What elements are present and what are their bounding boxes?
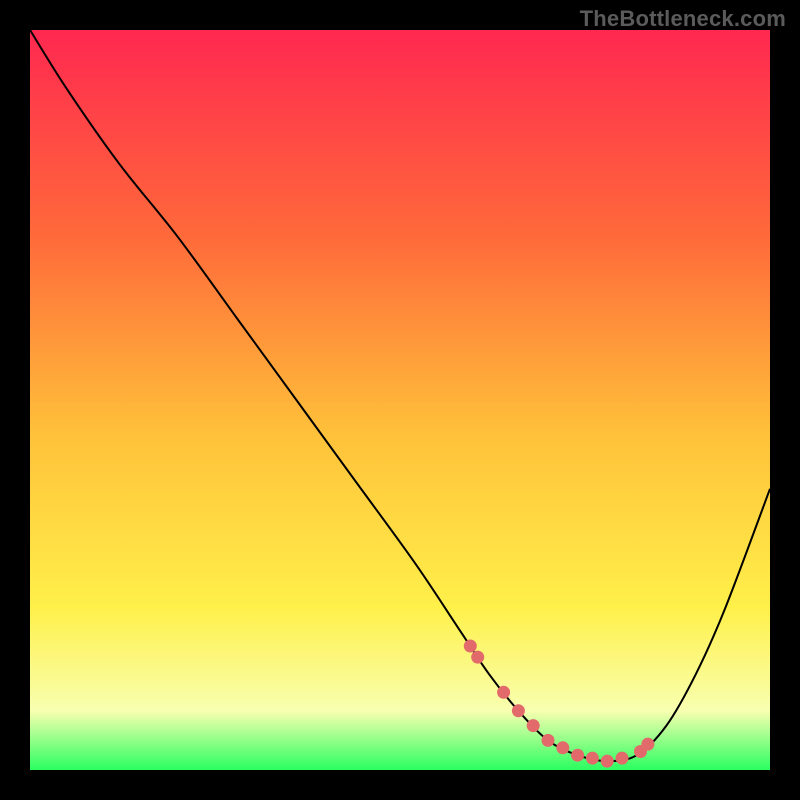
highlight-dot [586, 752, 599, 765]
highlight-dot [616, 752, 629, 765]
highlight-dot [464, 640, 477, 653]
highlight-dot [556, 741, 569, 754]
highlight-dot [527, 719, 540, 732]
chart-frame: TheBottleneck.com [0, 0, 800, 800]
highlight-dot [571, 749, 584, 762]
plot-area [30, 30, 770, 770]
gradient-bg [30, 30, 770, 770]
highlight-dot [512, 704, 525, 717]
bottleneck-chart [30, 30, 770, 770]
watermark-label: TheBottleneck.com [580, 6, 786, 32]
highlight-dot [497, 686, 510, 699]
highlight-dot [601, 755, 614, 768]
highlight-dot [542, 734, 555, 747]
highlight-dot [641, 738, 654, 751]
highlight-dot [471, 651, 484, 664]
